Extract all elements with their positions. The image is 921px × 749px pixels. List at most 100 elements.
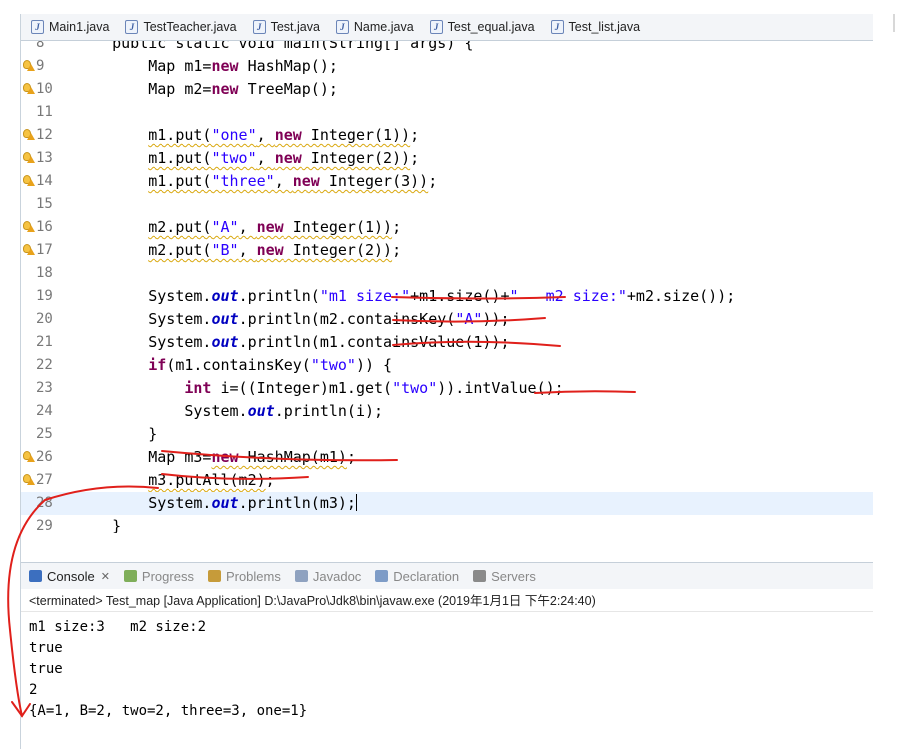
code-token: "two" bbox=[211, 149, 257, 167]
view-tab-label: Declaration bbox=[393, 568, 460, 584]
tab-label: Test_list.java bbox=[568, 20, 641, 34]
warning-lightbulb-icon[interactable] bbox=[23, 451, 35, 463]
code-token: .println(m1.containsValue(1)); bbox=[238, 333, 510, 351]
code-line[interactable]: 22 if(m1.containsKey("two")) { bbox=[21, 354, 873, 377]
view-tab-console[interactable]: Console ✕ bbox=[29, 569, 110, 584]
close-icon[interactable]: ✕ bbox=[101, 570, 110, 583]
warning-lightbulb-icon[interactable] bbox=[23, 175, 35, 187]
code-token: ; bbox=[392, 241, 402, 259]
view-tab-progress[interactable]: Progress bbox=[123, 569, 194, 584]
warning-lightbulb-icon[interactable] bbox=[23, 152, 35, 164]
code-text: System.out.println(m3); bbox=[76, 492, 357, 515]
code-token: out bbox=[211, 494, 239, 512]
code-line[interactable]: 29 } bbox=[21, 515, 873, 533]
code-token: if bbox=[148, 356, 167, 374]
tab-name-java[interactable]: J Name.java bbox=[332, 14, 426, 40]
code-line[interactable]: 19 System.out.println("m1 size:"+m1.size… bbox=[21, 285, 873, 308]
code-text: } bbox=[76, 515, 121, 533]
code-text: m2.put("B", new Integer(2)); bbox=[76, 239, 401, 262]
code-line[interactable]: 12 m1.put("one", new Integer(1)); bbox=[21, 124, 873, 147]
view-tab-declaration[interactable]: Declaration bbox=[375, 569, 459, 584]
code-token: m1.put( bbox=[148, 149, 212, 167]
code-line[interactable]: 15 bbox=[21, 193, 873, 216]
code-token: i=((Integer)m1.get( bbox=[211, 379, 393, 397]
code-line[interactable]: 20 System.out.println(m2.containsKey("A"… bbox=[21, 308, 873, 331]
tab-test-list-java[interactable]: J Test_list.java bbox=[547, 14, 653, 40]
java-file-icon: J bbox=[550, 20, 564, 34]
warning-lightbulb-icon[interactable] bbox=[23, 60, 35, 72]
tab-testteacher-java[interactable]: J TestTeacher.java bbox=[121, 14, 248, 40]
code-line[interactable]: 24 System.out.println(i); bbox=[21, 400, 873, 423]
code-editor[interactable]: 8 public static void main(String[] args)… bbox=[21, 41, 873, 533]
code-token: " m2 size:" bbox=[509, 287, 627, 305]
view-tab-javadoc[interactable]: Javadoc bbox=[294, 569, 361, 584]
view-tab-servers[interactable]: Servers bbox=[473, 569, 536, 584]
eclipse-workbench: J Main1.java J TestTeacher.java J Test.java J N… bbox=[20, 14, 873, 749]
code-line[interactable]: 9 Map m1=new HashMap(); bbox=[21, 55, 873, 78]
code-token: out bbox=[247, 402, 275, 420]
code-text: Map m1=new HashMap(); bbox=[76, 55, 338, 78]
console-output[interactable]: m1 size:3 m2 size:2 true true 2 {A=1, B=2, t… bbox=[29, 617, 869, 722]
code-token: System. bbox=[76, 494, 212, 512]
code-line[interactable]: 25 } bbox=[21, 423, 873, 446]
code-text: System.out.println(i); bbox=[76, 400, 383, 423]
warning-lightbulb-icon[interactable] bbox=[23, 474, 35, 486]
console-line: true bbox=[29, 661, 63, 677]
code-token: +m2.size()); bbox=[626, 287, 736, 305]
java-file-icon: J bbox=[429, 20, 443, 34]
progress-icon bbox=[123, 570, 137, 582]
code-line[interactable]: 13 m1.put("two", new Integer(2)); bbox=[21, 147, 873, 170]
code-token: Integer(2)) bbox=[301, 149, 411, 167]
code-token: Map m2= bbox=[76, 80, 212, 98]
problems-icon bbox=[207, 570, 221, 582]
code-token: , bbox=[256, 149, 275, 167]
tab-test-equal-java[interactable]: J Test_equal.java bbox=[426, 14, 547, 40]
code-text: m2.put("A", new Integer(1)); bbox=[76, 216, 401, 239]
code-text: System.out.println(m2.containsKey("A")); bbox=[76, 308, 509, 331]
code-token: HashMap(m1) bbox=[238, 448, 347, 466]
code-line[interactable]: 18 bbox=[21, 262, 873, 285]
code-text: m3.putAll(m2); bbox=[76, 469, 274, 492]
code-token: new bbox=[211, 80, 239, 98]
warning-lightbulb-icon[interactable] bbox=[23, 244, 35, 256]
code-line[interactable]: 10 Map m2=new TreeMap(); bbox=[21, 78, 873, 101]
code-line[interactable]: 16 m2.put("A", new Integer(1)); bbox=[21, 216, 873, 239]
code-line[interactable]: 21 System.out.println(m1.containsValue(1… bbox=[21, 331, 873, 354]
view-tab-problems[interactable]: Problems bbox=[207, 568, 281, 584]
code-line[interactable]: 17 m2.put("B", new Integer(2)); bbox=[21, 239, 873, 262]
warning-lightbulb-icon[interactable] bbox=[23, 221, 35, 233]
line-number: 28 bbox=[36, 495, 53, 511]
console-line: true bbox=[29, 640, 63, 656]
warning-lightbulb-icon[interactable] bbox=[23, 129, 35, 141]
servers-icon bbox=[473, 570, 487, 582]
code-line[interactable]: 28 System.out.println(m3); bbox=[21, 492, 873, 515]
bottom-views-tab-bar: Console ✕ Progress Problems Javadoc Declarati… bbox=[21, 562, 873, 589]
line-number: 18 bbox=[36, 265, 53, 281]
code-line[interactable]: 23 int i=((Integer)m1.get("two")).intVal… bbox=[21, 377, 873, 400]
code-line[interactable]: 8 public static void main(String[] args)… bbox=[21, 41, 873, 55]
code-token: "A" bbox=[211, 218, 239, 236]
code-token: new bbox=[292, 172, 320, 190]
tab-test-java[interactable]: J Test.java bbox=[249, 14, 332, 40]
code-line[interactable]: 26 Map m3=new HashMap(m1); bbox=[21, 446, 873, 469]
code-token: Integer(3)) bbox=[319, 172, 429, 190]
code-token: System. bbox=[76, 402, 248, 420]
code-token: ; bbox=[392, 218, 402, 236]
warning-lightbulb-icon[interactable] bbox=[23, 83, 35, 95]
window-edge-fragment bbox=[893, 14, 895, 32]
code-text: } bbox=[76, 423, 157, 446]
code-token: } bbox=[76, 517, 122, 533]
code-token: , bbox=[256, 126, 275, 144]
code-line[interactable]: 14 m1.put("three", new Integer(3)); bbox=[21, 170, 873, 193]
code-token: ; bbox=[410, 126, 420, 144]
code-line[interactable]: 27 m3.putAll(m2); bbox=[21, 469, 873, 492]
declaration-icon bbox=[375, 570, 389, 582]
code-token: System. bbox=[76, 333, 212, 351]
java-file-icon: J bbox=[125, 20, 139, 34]
code-text: int i=((Integer)m1.get("two")).intValue(… bbox=[76, 377, 563, 400]
tab-main1-java[interactable]: J Main1.java bbox=[27, 14, 121, 40]
code-line[interactable]: 11 bbox=[21, 101, 873, 124]
view-tab-label: Problems bbox=[225, 568, 281, 584]
code-text: System.out.println(m1.containsValue(1)); bbox=[76, 331, 510, 354]
